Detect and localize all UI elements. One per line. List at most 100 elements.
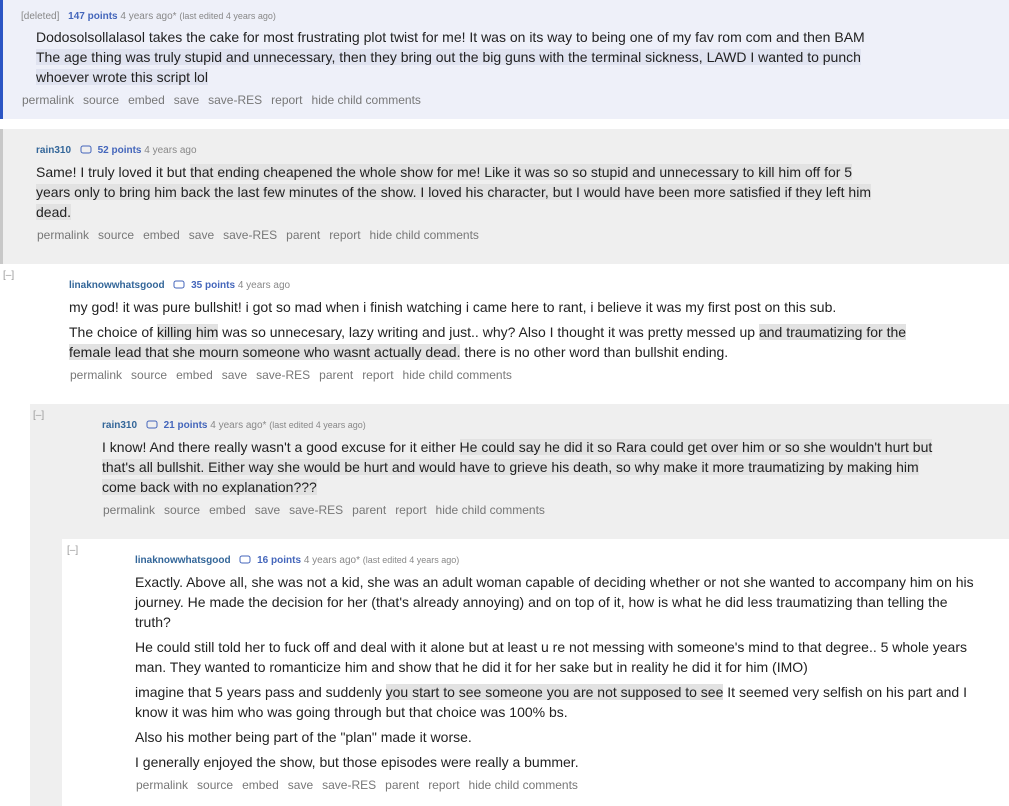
text-segment: Also his mother being part of the "plan"…	[135, 729, 472, 745]
parent-button[interactable]: parent	[286, 228, 320, 242]
parent-button[interactable]: parent	[319, 368, 353, 382]
collapse-toggle[interactable]: [–]	[3, 270, 14, 281]
comment-tagline: [deleted] 147 points 4 years ago* (last …	[21, 11, 276, 22]
report-button[interactable]: report	[271, 93, 302, 107]
save-res-button[interactable]: save-RES	[322, 778, 376, 792]
source-button[interactable]: source	[98, 228, 134, 242]
text-segment: I know! And there really wasn't a good e…	[102, 439, 460, 455]
comment-time: 4 years ago*	[120, 11, 177, 22]
permalink-button[interactable]: permalink	[136, 778, 188, 792]
save-res-button[interactable]: save-RES	[223, 228, 277, 242]
text-segment: there is no other word than bullshit end…	[460, 344, 729, 360]
text-segment: The choice of	[69, 324, 157, 340]
comment-paragraph: The choice of killing him was so unneces…	[69, 322, 919, 362]
comment-body: my god! it was pure bullshit! i got so m…	[69, 297, 919, 367]
save-button[interactable]: save	[189, 228, 214, 242]
report-button[interactable]: report	[428, 778, 459, 792]
collapse-toggle[interactable]: [–]	[67, 545, 78, 556]
comment-points: 52 points	[97, 145, 142, 156]
embed-button[interactable]: embed	[176, 368, 213, 382]
save-res-button[interactable]: save-RES	[208, 93, 262, 107]
comment-buttons: permalink source embed save save-RES report hi…	[22, 93, 430, 107]
comment-buttons: permalink source embed save save-RES parent re…	[37, 228, 488, 242]
embed-button[interactable]: embed	[242, 778, 279, 792]
comment-buttons: permalink source embed save save-RES parent re…	[103, 503, 554, 517]
comment-paragraph: I know! And there really wasn't a good e…	[102, 437, 947, 497]
report-button[interactable]: report	[395, 503, 426, 517]
comment-author[interactable]: linaknowwhatsgood	[135, 555, 231, 566]
text-segment: He could still told her to fuck off and …	[135, 639, 967, 675]
comment-edited: (last edited 4 years ago)	[362, 555, 460, 565]
comment-body: I know! And there really wasn't a good e…	[102, 437, 947, 502]
save-button[interactable]: save	[288, 778, 313, 792]
collapse-toggle[interactable]: [–]	[33, 410, 44, 421]
comment-time: 4 years ago*	[210, 420, 267, 431]
comment-points: 16 points	[257, 555, 302, 566]
comment-edited: (last edited 4 years ago)	[269, 420, 366, 430]
comment-points: 35 points	[191, 280, 236, 291]
comment-tagline: linaknowwhatsgood 16 points 4 years ago*…	[135, 555, 459, 566]
source-button[interactable]: source	[131, 368, 167, 382]
embed-button[interactable]: embed	[128, 93, 165, 107]
comment-bubble-icon	[173, 280, 185, 289]
parent-button[interactable]: parent	[385, 778, 419, 792]
comment-paragraph: He could still told her to fuck off and …	[135, 637, 980, 677]
permalink-button[interactable]: permalink	[22, 93, 74, 107]
comment-bubble-icon	[239, 555, 251, 564]
permalink-button[interactable]: permalink	[103, 503, 155, 517]
embed-button[interactable]: embed	[209, 503, 246, 517]
comment-tagline: linaknowwhatsgood 35 points 4 years ago	[69, 280, 290, 291]
comment-points: 147 points	[68, 11, 118, 22]
comment-bubble-icon	[146, 420, 158, 429]
comment-author[interactable]: rain310	[36, 145, 71, 156]
parent-button[interactable]: parent	[352, 503, 386, 517]
source-button[interactable]: source	[164, 503, 200, 517]
hide-child-comments-button[interactable]: hide child comments	[469, 778, 578, 792]
permalink-button[interactable]: permalink	[37, 228, 89, 242]
comment-paragraph: Exactly. Above all, she was not a kid, s…	[135, 572, 980, 632]
highlighted-text: killing him	[156, 324, 219, 340]
hide-child-comments-button[interactable]: hide child comments	[403, 368, 512, 382]
comment-4: [–] linaknowwhatsgood 16 points 4 years …	[62, 539, 1009, 806]
text-segment: imagine that 5 years pass and suddenly	[135, 684, 386, 700]
save-res-button[interactable]: save-RES	[256, 368, 310, 382]
comment-author[interactable]: linaknowwhatsgood	[69, 280, 165, 291]
text-segment: my god! it was pure bullshit! i got so m…	[69, 299, 837, 315]
comment-paragraph: imagine that 5 years pass and suddenly y…	[135, 682, 980, 722]
comment-paragraph: Same! I truly loved it but that ending c…	[36, 162, 881, 222]
comment-1: rain310 52 points 4 years ago Same! I tr…	[0, 129, 1009, 264]
text-segment: Dodosolsollalasol takes the cake for mos…	[36, 29, 865, 45]
source-button[interactable]: source	[197, 778, 233, 792]
comment-0: [deleted] 147 points 4 years ago* (last …	[0, 0, 1009, 119]
highlighted-text: you start to see someone you are not sup…	[385, 684, 724, 700]
report-button[interactable]: report	[362, 368, 393, 382]
hide-child-comments-button[interactable]: hide child comments	[436, 503, 545, 517]
hide-child-comments-button[interactable]: hide child comments	[312, 93, 421, 107]
text-segment: I generally enjoyed the show, but those …	[135, 754, 579, 770]
save-button[interactable]: save	[174, 93, 199, 107]
permalink-button[interactable]: permalink	[70, 368, 122, 382]
save-button[interactable]: save	[222, 368, 247, 382]
comment-paragraph: Also his mother being part of the "plan"…	[135, 727, 980, 747]
hide-child-comments-button[interactable]: hide child comments	[370, 228, 479, 242]
comment-body: Same! I truly loved it but that ending c…	[36, 162, 881, 227]
report-button[interactable]: report	[329, 228, 360, 242]
comment-time: 4 years ago	[237, 280, 291, 291]
save-button[interactable]: save	[255, 503, 280, 517]
comment-edited: (last edited 4 years ago)	[179, 11, 276, 21]
comment-time: 4 years ago	[144, 145, 197, 156]
comment-paragraph: my god! it was pure bullshit! i got so m…	[69, 297, 919, 317]
comment-author: [deleted]	[21, 11, 60, 22]
comment-points: 21 points	[163, 420, 208, 431]
comment-time: 4 years ago*	[303, 555, 360, 566]
save-res-button[interactable]: save-RES	[289, 503, 343, 517]
comment-buttons: permalink source embed save save-RES parent re…	[70, 368, 521, 382]
comment-bubble-icon	[80, 145, 92, 154]
comment-buttons: permalink source embed save save-RES parent re…	[136, 778, 587, 792]
text-segment: Exactly. Above all, she was not a kid, s…	[135, 574, 974, 630]
comment-author[interactable]: rain310	[102, 420, 137, 431]
source-button[interactable]: source	[83, 93, 119, 107]
comment-tagline: rain310 52 points 4 years ago	[36, 145, 197, 156]
comment-paragraph: Dodosolsollalasol takes the cake for mos…	[36, 27, 876, 87]
embed-button[interactable]: embed	[143, 228, 180, 242]
